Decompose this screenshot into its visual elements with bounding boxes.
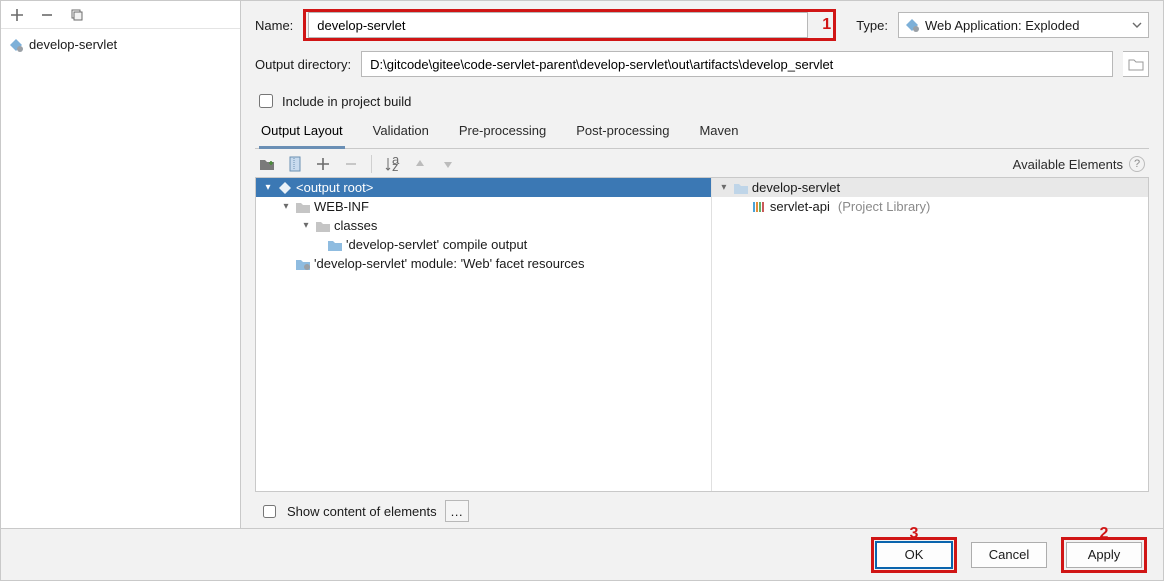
chevron-down-icon <box>1132 20 1142 30</box>
show-content-row: Show content of elements … <box>255 492 1149 528</box>
remove-item-icon[interactable] <box>343 156 359 172</box>
add-icon[interactable] <box>9 7 25 23</box>
type-label: Type: <box>856 18 888 33</box>
artifact-editor: Name: 1 Type: Web Application: Exploded <box>241 1 1163 528</box>
facet-icon <box>296 258 310 270</box>
annotation-3: 3 <box>910 525 919 543</box>
tree-row-facet[interactable]: ▾ 'develop-servlet' module: 'Web' facet … <box>256 254 711 273</box>
tree-row-compile-output[interactable]: 'develop-servlet' compile output <box>256 235 711 254</box>
new-folder-icon[interactable] <box>259 156 275 172</box>
tab-maven[interactable]: Maven <box>697 117 740 148</box>
available-tree[interactable]: ▾ develop-servlet ▾ servlet-api (Project… <box>711 178 1148 491</box>
svg-text:z: z <box>392 159 399 172</box>
name-label: Name: <box>255 18 293 33</box>
new-archive-icon[interactable] <box>287 156 303 172</box>
sidebar-item-develop-servlet[interactable]: develop-servlet <box>1 35 240 54</box>
layout-toolbar: az Available Elements ? <box>255 149 1149 177</box>
copy-icon[interactable] <box>69 7 85 23</box>
annotation-box-1: 1 <box>303 9 836 41</box>
annotation-2: 2 <box>1100 525 1109 543</box>
tree-row-classes[interactable]: ▾ classes <box>256 216 711 235</box>
module-icon <box>734 182 748 194</box>
layout-trees: ▾ <output root> ▾ WEB-INF ▾ c <box>255 177 1149 492</box>
outdir-label: Output directory: <box>255 57 351 72</box>
tab-postprocessing[interactable]: Post-processing <box>574 117 671 148</box>
tab-preprocessing[interactable]: Pre-processing <box>457 117 548 148</box>
browse-button[interactable] <box>1123 51 1149 77</box>
name-row: Name: 1 Type: Web Application: Exploded <box>255 9 1149 41</box>
chevron-down-icon: ▾ <box>718 182 730 193</box>
tree-label: classes <box>334 218 377 233</box>
apply-button[interactable]: Apply <box>1066 542 1142 568</box>
help-icon[interactable]: ? <box>1129 156 1145 172</box>
type-value: Web Application: Exploded <box>925 18 1079 33</box>
add-copy-icon[interactable] <box>315 156 331 172</box>
tree-row-library[interactable]: ▾ servlet-api (Project Library) <box>712 197 1148 216</box>
tree-row-output-root[interactable]: ▾ <output root> <box>256 178 711 197</box>
tree-label: WEB-INF <box>314 199 369 214</box>
cancel-button[interactable]: Cancel <box>971 542 1047 568</box>
tree-label: develop-servlet <box>752 180 840 195</box>
dialog-footer: 3 OK Cancel 2 Apply <box>1 528 1163 580</box>
outdir-input[interactable] <box>361 51 1113 77</box>
ok-button[interactable]: OK <box>876 542 952 568</box>
folder-icon <box>316 220 330 232</box>
tree-label-suffix: (Project Library) <box>838 199 930 214</box>
tree-label: servlet-api <box>770 199 830 214</box>
artifact-type-icon <box>905 18 919 32</box>
show-content-checkbox[interactable] <box>263 505 276 518</box>
move-up-icon[interactable] <box>412 156 428 172</box>
include-label: Include in project build <box>282 94 411 109</box>
chevron-down-icon: ▾ <box>300 220 312 231</box>
main-split: develop-servlet Name: 1 Type: Web Applic… <box>1 1 1163 528</box>
library-icon <box>752 201 766 213</box>
tree-row-webinf[interactable]: ▾ WEB-INF <box>256 197 711 216</box>
chevron-down-icon: ▾ <box>262 182 274 193</box>
compile-output-icon <box>328 239 342 251</box>
artifact-tabs: Output Layout Validation Pre-processing … <box>255 117 1149 149</box>
output-tree[interactable]: ▾ <output root> ▾ WEB-INF ▾ c <box>256 178 711 491</box>
apply-wrap: 2 Apply <box>1061 537 1147 573</box>
available-elements-header: Available Elements ? <box>1013 156 1145 172</box>
outdir-row: Output directory: <box>255 51 1149 77</box>
artifacts-sidebar: develop-servlet <box>1 1 241 528</box>
artifact-icon <box>9 38 23 52</box>
remove-icon[interactable] <box>39 7 55 23</box>
tree-label: 'develop-servlet' module: 'Web' facet re… <box>314 256 585 271</box>
tree-label: <output root> <box>296 180 373 195</box>
tree-label: 'develop-servlet' compile output <box>346 237 527 252</box>
sidebar-item-label: develop-servlet <box>29 37 117 52</box>
output-root-icon <box>278 181 292 195</box>
move-down-icon[interactable] <box>440 156 456 172</box>
artifacts-dialog: develop-servlet Name: 1 Type: Web Applic… <box>0 0 1164 581</box>
type-combo[interactable]: Web Application: Exploded <box>898 12 1149 38</box>
folder-icon <box>296 201 310 213</box>
tab-output-layout[interactable]: Output Layout <box>259 117 345 149</box>
include-row: Include in project build <box>255 91 1149 111</box>
sort-icon[interactable]: az <box>384 156 400 172</box>
show-content-label: Show content of elements <box>287 504 437 519</box>
tree-row-module[interactable]: ▾ develop-servlet <box>712 178 1148 197</box>
artifacts-list: develop-servlet <box>1 29 240 528</box>
show-content-ellipsis[interactable]: … <box>445 500 469 522</box>
annotation-1: 1 <box>822 16 831 34</box>
chevron-down-icon: ▾ <box>280 201 292 212</box>
name-input[interactable] <box>308 12 808 38</box>
ok-wrap: 3 OK <box>871 537 957 573</box>
include-checkbox[interactable] <box>259 94 273 108</box>
tab-validation[interactable]: Validation <box>371 117 431 148</box>
sidebar-toolbar <box>1 1 240 29</box>
